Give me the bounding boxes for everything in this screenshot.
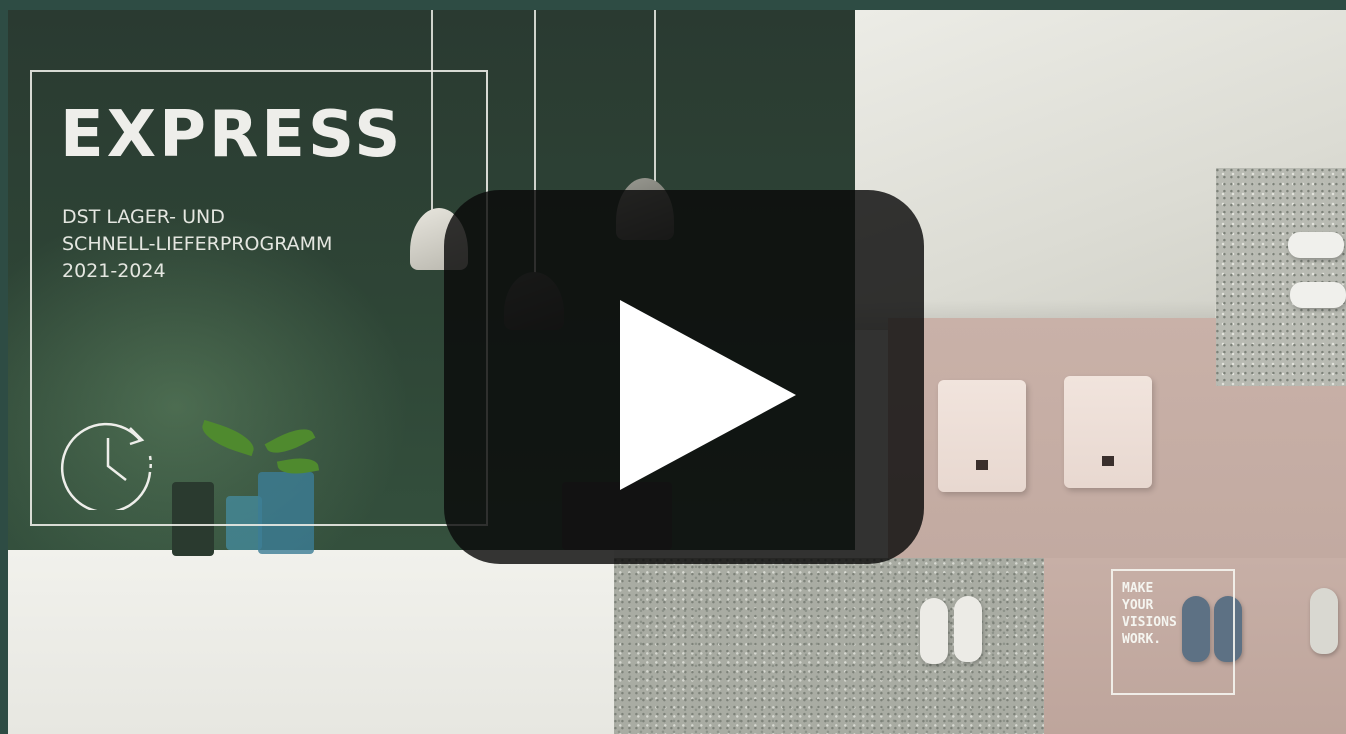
sneaker	[1310, 588, 1338, 654]
clock-refresh-icon	[60, 422, 152, 510]
sneaker	[1290, 282, 1346, 308]
video-player[interactable]: EXPRESS DST LAGER- UND SCHNELL-LIEFERPRO…	[8, 10, 1346, 734]
slogan-line: YOUR	[1122, 598, 1154, 613]
subtitle-line: 2021-2024	[62, 260, 166, 282]
play-button[interactable]	[444, 190, 924, 564]
white-counter	[8, 550, 614, 734]
brochure-subtitle: DST LAGER- UND SCHNELL-LIEFERPROGRAMM 20…	[62, 204, 332, 285]
sneaker	[1288, 232, 1344, 258]
folded-shirt	[1064, 376, 1152, 488]
subtitle-line: DST LAGER- UND	[62, 206, 225, 228]
slogan-line: VISIONS	[1122, 615, 1177, 630]
folded-shirt	[938, 380, 1026, 492]
slogan-line: WORK.	[1122, 632, 1162, 647]
lamp-cord	[654, 10, 656, 182]
sneaker	[954, 596, 982, 662]
play-icon	[620, 300, 796, 490]
subtitle-line: SCHNELL-LIEFERPROGRAMM	[62, 233, 333, 255]
slogan-line: MAKE	[1122, 581, 1154, 596]
sneaker	[920, 598, 948, 664]
slogan-text: MAKE YOUR VISIONS WORK.	[1122, 580, 1177, 648]
brochure-title: EXPRESS	[60, 98, 404, 172]
terrazzo-block-top	[1216, 168, 1346, 386]
video-frame: EXPRESS DST LAGER- UND SCHNELL-LIEFERPRO…	[0, 0, 1346, 734]
